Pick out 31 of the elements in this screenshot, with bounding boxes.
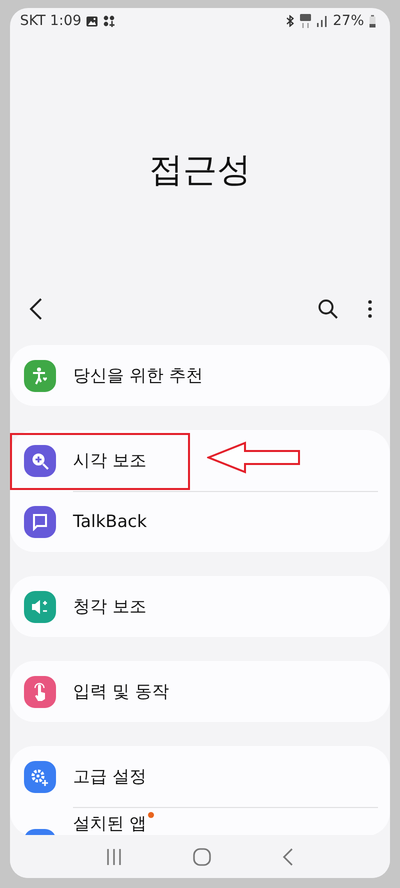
battery-icon — [369, 14, 376, 28]
back-icon[interactable] — [29, 298, 43, 320]
settings-item[interactable]: 청각 보조 — [10, 576, 390, 637]
dots-icon — [103, 15, 116, 27]
item-label: 청각 보조 — [73, 596, 146, 616]
page-title: 접근성 — [148, 150, 252, 190]
network-icon — [300, 14, 311, 28]
settings-item[interactable]: TalkBack — [10, 491, 390, 552]
item-label: 시각 보조 — [73, 450, 146, 470]
settings-item[interactable]: 고급 설정 — [10, 746, 390, 807]
item-label: 당신을 위한 추천 — [73, 366, 203, 386]
signal-icon — [316, 16, 328, 26]
battery-percent: 27% — [332, 13, 364, 29]
item-label: 설치된 앱 — [73, 814, 146, 834]
new-badge-dot — [148, 812, 154, 818]
home-icon[interactable] — [192, 848, 211, 866]
item-label: 입력 및 동작 — [73, 682, 169, 702]
settings-item[interactable]: 설치된 앱 — [10, 807, 390, 835]
carrier-time: SKT 1:09 — [20, 13, 82, 29]
left-arrow-icon — [207, 441, 301, 474]
gallery-icon — [86, 16, 98, 26]
search-icon[interactable] — [318, 299, 338, 319]
recents-icon[interactable] — [106, 848, 122, 866]
item-label: TalkBack — [73, 512, 147, 532]
bluetooth-icon — [284, 15, 295, 27]
back-nav-icon[interactable] — [282, 848, 294, 866]
settings-item[interactable]: 입력 및 동작 — [10, 661, 390, 722]
item-label: 고급 설정 — [73, 766, 146, 786]
settings-item[interactable]: 당신을 위한 추천 — [10, 345, 390, 406]
settings-item[interactable]: 시각 보조 — [10, 430, 390, 491]
more-icon[interactable] — [368, 300, 372, 318]
